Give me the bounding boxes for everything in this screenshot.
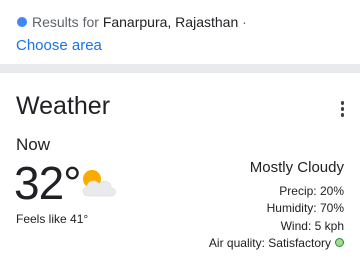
card-divider — [0, 64, 360, 73]
air-quality-row[interactable]: Air quality: Satisfactory — [209, 235, 344, 252]
humidity-label: Humidity: — [266, 201, 317, 216]
wind-value: 5 kph — [314, 218, 344, 233]
choose-area-link[interactable]: Choose area — [16, 37, 102, 54]
weather-details: Precip: 20% Humidity: 70% Wind: 5 kph Ai… — [209, 183, 344, 252]
weather-card: Weather Now 32° Feels like 41° Mostly Cl… — [0, 73, 360, 258]
location-separator: · — [242, 14, 247, 30]
period-label: Now — [16, 135, 51, 154]
location-card: Results for Fanarpura, Rajasthan · Choos… — [0, 0, 360, 64]
location-dot-icon — [17, 17, 27, 27]
location-place: Fanarpura, Rajasthan — [102, 14, 239, 30]
location-line: Results for Fanarpura, Rajasthan · — [32, 14, 247, 30]
condition-text: Mostly Cloudy — [249, 159, 344, 176]
wind-row: Wind: 5 kph — [209, 218, 344, 235]
temperature: 32° — [14, 157, 82, 209]
feels-like: Feels like 41° — [16, 212, 89, 226]
more-vert-icon — [340, 101, 344, 117]
precip-row: Precip: 20% — [209, 183, 344, 200]
more-options-button[interactable] — [340, 101, 344, 117]
precip-value: 20% — [319, 184, 344, 198]
location-prefix: Results for — [32, 14, 103, 30]
air-quality-status-icon — [335, 237, 344, 247]
humidity-value: 70% — [319, 201, 344, 216]
precip-label: Precip: — [279, 184, 317, 198]
weather-title: Weather — [16, 92, 111, 120]
wind-label: Wind: — [280, 218, 312, 233]
humidity-row: Humidity: 70% — [209, 200, 344, 217]
partly-cloudy-icon — [82, 170, 116, 197]
air-quality-value: Satisfactory — [268, 235, 331, 250]
air-quality-label: Air quality: — [208, 235, 265, 250]
